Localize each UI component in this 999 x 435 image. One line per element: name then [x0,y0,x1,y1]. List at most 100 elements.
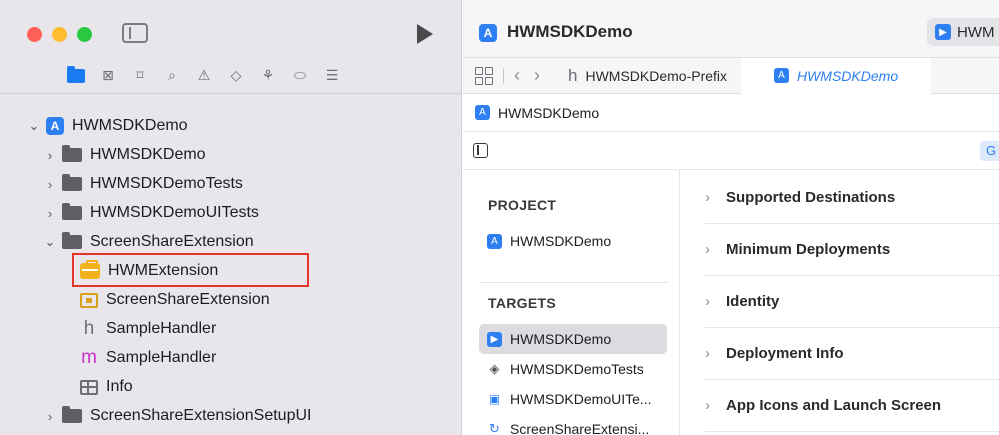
tab-general[interactable]: G [980,141,999,161]
folder-icon[interactable] [66,65,86,86]
app-target-icon: ▶ [935,24,951,40]
section-minimum-deployments[interactable]: › Minimum Deployments [705,224,999,276]
issue-icon[interactable]: ⚠ [194,66,214,86]
app-project-icon: A [773,68,789,83]
breakpoint-icon[interactable]: ⬭ [290,66,310,86]
chevron-right-icon[interactable]: › [705,293,710,310]
back-arrow-icon[interactable]: ‹ [514,65,520,86]
chevron-down-icon[interactable]: ⌄ [28,118,40,134]
editor-titlebar: A HWMSDKDemo ▶ HWM [463,0,999,58]
report-icon[interactable]: ☰ [322,66,342,86]
target-item[interactable]: ◈ HWMSDKDemoTests [479,354,667,384]
tree-item-folder[interactable]: ⌄ ScreenShareExtension [44,228,254,256]
run-icon[interactable] [417,24,433,44]
scheme-selector[interactable]: ▶ HWM [927,18,999,46]
tree-item-label: HWMSDKDemoTests [90,175,243,192]
forward-arrow-icon[interactable]: › [534,65,540,86]
tree-item-project[interactable]: ⌄ A HWMSDKDemo [28,112,188,140]
related-items-icon[interactable] [475,66,493,85]
app-project-icon: A [487,233,502,249]
folder-icon [62,174,82,191]
show-hide-targets-icon[interactable] [473,143,488,158]
tree-item-label: HWMSDKDemo [90,146,206,163]
tree-item-label: HWMSDKDemoUITests [90,204,259,221]
app-target-icon: ▶ [487,331,502,347]
navigator-toolbar: ⊠ ⌑ ⌕ ⚠ ◇ ⚘ ⬭ ☰ [0,58,462,94]
project-editor-bar: G [463,132,999,170]
app-project-icon: A [475,105,490,120]
folder-icon [62,145,82,162]
chevron-right-icon[interactable]: › [44,177,56,192]
list-item-label: HWMSDKDemoTests [510,361,644,377]
chevron-right-icon[interactable]: › [705,397,710,414]
section-label: Identity [726,293,780,310]
tree-item-file[interactable]: h SampleHandler [80,315,217,343]
chevron-right-icon[interactable]: › [705,189,710,206]
unit-test-icon: ◈ [489,361,500,376]
header-file-icon: h [568,65,578,85]
target-item[interactable]: ▶ HWMSDKDemo [479,324,667,354]
tree-item-folder[interactable]: › HWMSDKDemo [44,141,206,169]
tree-item-file[interactable]: m SampleHandler [80,344,216,372]
highlight-annotation [72,253,309,287]
close-window-button[interactable] [27,27,42,42]
chevron-right-icon[interactable]: › [44,148,56,163]
list-item-label: HWMSDKDemoUITe... [510,391,652,407]
app-project-icon: A [479,24,497,42]
minimize-window-button[interactable] [52,27,67,42]
tree-item-label: SampleHandler [106,349,217,366]
test-icon[interactable]: ◇ [226,66,246,86]
tree-item-label: Info [106,378,133,395]
section-label: App Icons and Launch Screen [726,397,942,414]
app-extension-icon [80,292,98,308]
bookmark-icon[interactable]: ⌑ [130,66,150,86]
chevron-right-icon[interactable]: › [44,206,56,221]
chevron-down-icon[interactable]: ⌄ [44,234,56,250]
debug-icon[interactable]: ⚘ [258,66,278,86]
project-section-header: PROJECT [488,197,557,213]
folder-icon [62,203,82,220]
tree-item-folder[interactable]: › HWMSDKDemoUITests [44,199,259,227]
source-control-icon[interactable]: ⊠ [98,66,118,86]
tree-item-file[interactable]: Info [80,373,133,401]
list-item-label: ScreenShareExtensi... [510,421,650,435]
target-item[interactable]: ↻ ScreenShareExtensi... [479,414,667,435]
tree-item-label: ScreenShareExtension [90,233,254,250]
folder-icon [62,406,82,423]
project-item[interactable]: A HWMSDKDemo [479,226,667,256]
tree-item-label: ScreenShareExtensionSetupUI [90,407,312,424]
section-label: Minimum Deployments [726,241,891,258]
objc-file-icon: m [81,347,97,368]
chevron-right-icon[interactable]: › [705,241,710,258]
ui-test-icon: ▣ [488,392,501,406]
section-deployment-info[interactable]: › Deployment Info [705,328,999,380]
chevron-right-icon[interactable]: › [705,345,710,362]
find-icon[interactable]: ⌕ [162,66,182,86]
tree-item-folder[interactable]: › HWMSDKDemoTests [44,170,243,198]
window-title: HWMSDKDemo [507,22,633,41]
chevron-right-icon[interactable]: › [44,409,56,424]
tab-label: HWMSDKDemo-Prefix [585,67,728,84]
list-item-label: HWMSDKDemo [510,233,612,249]
editor-tab-bar: ‹ › h HWMSDKDemo-Prefix A HWMSDKDemo [463,57,999,94]
sidebar-toggle-icon[interactable] [122,23,148,43]
breadcrumb[interactable]: A HWMSDKDemo [463,94,999,132]
tree-item-label: HWMSDKDemo [72,117,188,134]
project-navigator: ⊠ ⌑ ⌕ ⚠ ◇ ⚘ ⬭ ☰ ⌄ A HWMSDKDemo › HWMSDKD… [0,0,462,435]
tab-label: HWMSDKDemo [796,67,899,84]
section-identity[interactable]: › Identity [705,276,999,328]
tree-item-file[interactable]: ScreenShareExtension [80,286,270,314]
section-supported-destinations[interactable]: › Supported Destinations [705,172,999,224]
header-file-icon: h [83,318,95,339]
scheme-label: HWM [957,23,995,41]
zoom-window-button[interactable] [77,27,92,42]
tab-prefix-header[interactable]: h HWMSDKDemo-Prefix [554,58,741,94]
target-item[interactable]: ▣ HWMSDKDemoUITe... [479,384,667,414]
editor-area: A HWMSDKDemo ▶ HWM ‹ › h HWMSDKDemo-Pref… [463,0,999,435]
tab-project[interactable]: A HWMSDKDemo [741,57,932,94]
section-label: Supported Destinations [726,189,896,206]
divider [503,67,504,84]
section-app-icons[interactable]: › App Icons and Launch Screen [705,380,999,432]
plist-icon [80,379,98,395]
tree-item-folder[interactable]: › ScreenShareExtensionSetupUI [44,402,311,430]
